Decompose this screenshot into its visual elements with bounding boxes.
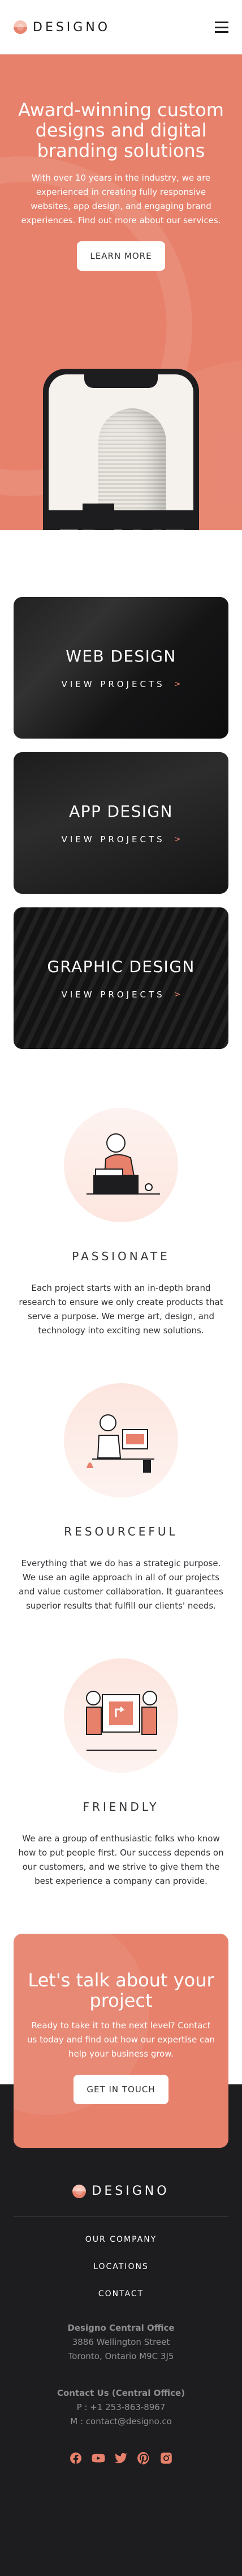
hamburger-menu-icon[interactable]: [215, 22, 228, 33]
phone-mockup: FRAME: [43, 369, 199, 530]
chevron-right-icon: >: [174, 679, 181, 689]
view-projects-label: VIEW PROJECTS: [61, 989, 165, 1000]
youtube-icon[interactable]: [92, 2451, 105, 2465]
twitter-icon[interactable]: [114, 2451, 128, 2465]
view-projects-label: VIEW PROJECTS: [61, 679, 165, 689]
view-projects-link[interactable]: VIEW PROJECTS >: [62, 834, 181, 845]
project-card-title: APP DESIGN: [69, 801, 173, 821]
social-links: [14, 2451, 228, 2465]
phone-notch: [84, 374, 158, 388]
footer-nav-our-company[interactable]: OUR COMPANY: [14, 2235, 228, 2244]
contact-title: Contact Us (Central Office): [57, 2388, 185, 2398]
resourceful-illustration-icon: [64, 1383, 178, 1498]
office-title: Designo Central Office: [67, 2323, 175, 2333]
feature-title: RESOURCEFUL: [64, 1525, 178, 1538]
chevron-right-icon: >: [174, 990, 181, 999]
facebook-icon[interactable]: [69, 2451, 83, 2465]
footer-office-block: Designo Central Office 3886 Wellington S…: [14, 2321, 228, 2364]
contact-phone: P : +1 253-863-8967: [76, 2402, 166, 2412]
site-footer: DESIGNO OUR COMPANY LOCATIONS CONTACT De…: [0, 2148, 242, 2576]
passionate-illustration-icon: [64, 1108, 178, 1222]
footer-logo[interactable]: DESIGNO: [14, 2184, 228, 2198]
resourceful-illustration: [87, 1414, 154, 1473]
features-section: PASSIONATE Each project starts with an i…: [0, 1063, 242, 1888]
view-projects-link[interactable]: VIEW PROJECTS >: [62, 679, 181, 689]
project-card-app-design[interactable]: APP DESIGN VIEW PROJECTS >: [14, 752, 228, 894]
contact-email: M : contact@designo.co: [70, 2416, 172, 2426]
footer-nav-contact[interactable]: CONTACT: [14, 2289, 228, 2298]
phone-screen: FRAME: [49, 374, 193, 530]
cta-card: Let's talk about your project Ready to t…: [14, 1934, 228, 2148]
chevron-right-icon: >: [174, 834, 181, 844]
feature-text: Everything that we do has a strategic pu…: [19, 1558, 223, 1611]
view-projects-label: VIEW PROJECTS: [61, 834, 165, 845]
projects-section: WEB DESIGN VIEW PROJECTS > APP DESIGN VI…: [0, 530, 242, 1049]
feature-text: Each project starts with an in-depth bra…: [19, 1283, 223, 1336]
feature-friendly: FRIENDLY We are a group of enthusiastic …: [14, 1658, 228, 1888]
passionate-illustration: [87, 1133, 160, 1195]
logo-mark-icon: [72, 2184, 87, 2198]
cta-text: Ready to take it to the next level? Cont…: [27, 2020, 215, 2059]
instagram-icon[interactable]: [159, 2451, 173, 2465]
hero-section: Award-winning custom designs and digital…: [0, 54, 242, 530]
project-card-web-design[interactable]: WEB DESIGN VIEW PROJECTS >: [14, 597, 228, 739]
footer-logo-text: DESIGNO: [92, 2184, 170, 2198]
footer-nav: OUR COMPANY LOCATIONS CONTACT: [14, 2235, 228, 2298]
logo-mark-icon: [14, 20, 27, 34]
get-in-touch-button[interactable]: GET IN TOUCH: [74, 2075, 168, 2104]
feature-text: We are a group of enthusiastic folks who…: [18, 1833, 224, 1886]
logo-text: DESIGNO: [33, 20, 111, 35]
friendly-illustration-icon: [64, 1658, 178, 1773]
hero-description: With over 10 years in the industry, we a…: [21, 173, 221, 225]
learn-more-button[interactable]: LEARN MORE: [77, 241, 165, 271]
feature-title: PASSIONATE: [72, 1249, 170, 1263]
office-line2: Toronto, Ontario M9C 3J5: [68, 2351, 174, 2361]
site-header: DESIGNO: [0, 0, 242, 54]
project-card-title: WEB DESIGN: [66, 646, 176, 666]
project-card-graphic-design[interactable]: GRAPHIC DESIGN VIEW PROJECTS >: [14, 907, 228, 1049]
logo[interactable]: DESIGNO: [14, 20, 110, 35]
feature-passionate: PASSIONATE Each project starts with an i…: [14, 1108, 228, 1338]
feature-resourceful: RESOURCEFUL Everything that we do has a …: [14, 1383, 228, 1613]
office-line1: 3886 Wellington Street: [72, 2337, 170, 2347]
footer-nav-locations[interactable]: LOCATIONS: [14, 2262, 228, 2271]
cta-title: Let's talk about your project: [28, 1969, 214, 2011]
friendly-illustration: [86, 1691, 157, 1751]
view-projects-link[interactable]: VIEW PROJECTS >: [62, 990, 181, 1000]
footer-contact-block: Contact Us (Central Office) P : +1 253-8…: [14, 2386, 228, 2429]
pinterest-icon[interactable]: [137, 2451, 150, 2465]
phone-frame-text: FRAME: [49, 510, 193, 530]
project-card-title: GRAPHIC DESIGN: [47, 957, 195, 976]
feature-title: FRIENDLY: [83, 1800, 159, 1814]
cta-section: Let's talk about your project Ready to t…: [0, 1934, 242, 2148]
hero-title: Award-winning custom designs and digital…: [18, 99, 224, 161]
footer-divider: [14, 2216, 228, 2217]
